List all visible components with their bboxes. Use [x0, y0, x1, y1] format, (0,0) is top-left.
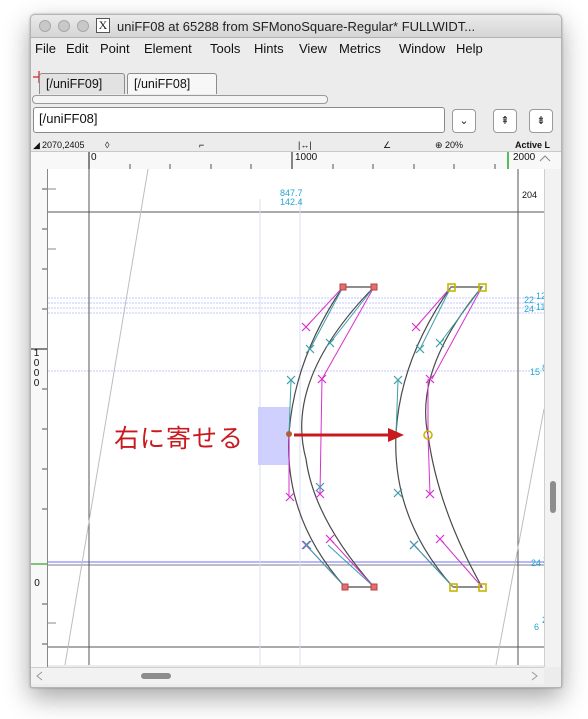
minimize-button[interactable] [58, 20, 70, 32]
cursor-coords: 2070,2405 [42, 140, 85, 150]
hruler-ticks [88, 152, 551, 169]
point-info-icon: ⌐ [199, 140, 205, 150]
glyph-edit-canvas[interactable]: 22 1210 24 1167 15 878 24 24 6 296 847.7… [48, 169, 544, 665]
scroll-right-icon[interactable] [531, 671, 539, 681]
width-icon: |↔| [298, 140, 312, 150]
vertical-scrollbar[interactable] [544, 169, 561, 667]
glyph-tabs: [/uniFF09] [/uniFF08] [31, 61, 561, 95]
menu-view[interactable]: View [299, 41, 327, 56]
guide-label: 6 [534, 622, 539, 632]
vruler-label-0: 0 [34, 578, 40, 589]
zoom-icon: ⊕ [435, 140, 443, 150]
annotation-text: 右に寄せる [114, 424, 245, 453]
width-readout: 204 [522, 190, 537, 200]
active-layer-label: Active L [515, 140, 551, 150]
menu-hints[interactable]: Hints [254, 41, 284, 56]
title-bar: X uniFF08 at 65288 from SFMonoSquare-Reg… [31, 15, 561, 38]
zoom-level: 20% [445, 140, 464, 150]
menu-edit[interactable]: Edit [66, 41, 88, 56]
menu-help[interactable]: Help [456, 41, 483, 56]
tab-uniff09[interactable]: [/uniFF09] [39, 73, 125, 94]
guide-label: 1210 [536, 291, 544, 301]
horizontal-ruler: 0 1000 2000 [31, 151, 561, 170]
tab-uniff08[interactable]: [/uniFF08] [127, 73, 217, 94]
vertical-ruler: 1000 0 [31, 169, 48, 667]
close-button[interactable] [39, 20, 51, 32]
menu-metrics[interactable]: Metrics [339, 41, 381, 56]
vertical-scroll-thumb[interactable] [550, 481, 556, 513]
guide-label: 24 [524, 304, 534, 314]
angle-icon: ∠ [383, 140, 392, 150]
measure-label-bottom: 142.4 [280, 197, 303, 207]
menu-window[interactable]: Window [399, 41, 445, 56]
glyph-input-row: [/uniFF08] ⌄ ⇞ ⇟ [31, 107, 561, 137]
pointer-icon: ◢ [33, 140, 40, 150]
horizontal-scroll-thumb[interactable] [141, 673, 171, 679]
menu-bar: File Edit Point Element Tools Hints View… [31, 38, 561, 58]
glyph-sequence-input[interactable]: [/uniFF08] [33, 107, 445, 133]
menu-tools[interactable]: Tools [210, 41, 240, 56]
x11-icon: X [96, 18, 110, 33]
menu-point[interactable]: Point [100, 41, 130, 56]
next-glyph-button[interactable]: ⇟ [529, 109, 553, 133]
guide-label: 1167 [536, 302, 544, 312]
window-title: uniFF08 at 65288 from SFMonoSquare-Regul… [117, 19, 476, 34]
glyph-outline-svg[interactable]: 22 1210 24 1167 15 878 24 24 6 296 847.7… [48, 169, 544, 665]
vruler-label-1000: 1000 [33, 348, 40, 389]
fontforge-window: X uniFF08 at 65288 from SFMonoSquare-Reg… [30, 14, 562, 688]
horizontal-scrollbar[interactable] [31, 667, 544, 684]
tab-scrollbar[interactable] [32, 95, 328, 104]
point-type-icon: ◊ [105, 140, 110, 150]
menu-element[interactable]: Element [144, 41, 192, 56]
guide-label: 24 [531, 558, 541, 568]
scroll-left-icon[interactable] [35, 671, 43, 681]
guide-label: 15 [530, 367, 540, 377]
tool-status-bar: ◢ 2070,2405 ◊ ⌐ |↔| ∠ ⊕ 20% Active L [31, 140, 561, 151]
ruler-up-arrow-icon [539, 155, 551, 162]
previous-glyph-button[interactable]: ⇞ [493, 109, 517, 133]
menu-file[interactable]: File [35, 41, 56, 56]
zoom-button[interactable] [77, 20, 89, 32]
dropdown-button[interactable]: ⌄ [452, 109, 476, 133]
